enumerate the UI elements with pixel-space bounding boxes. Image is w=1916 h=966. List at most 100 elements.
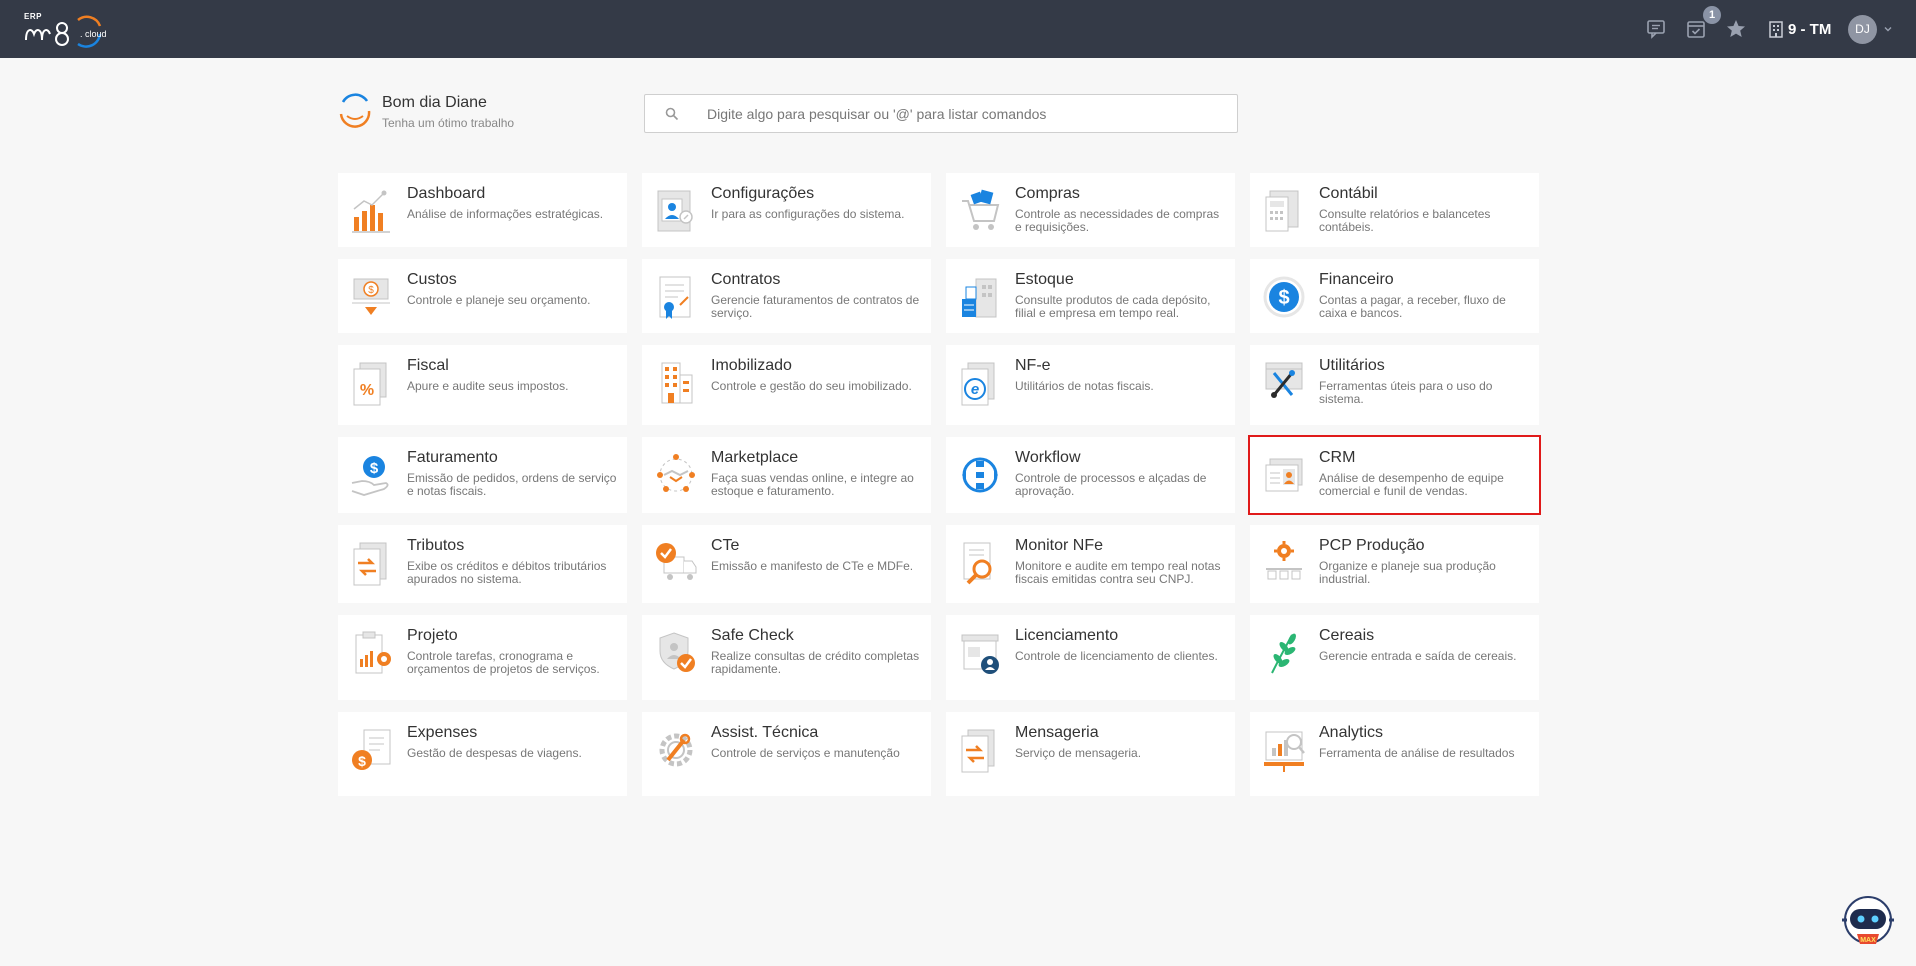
module-title: Utilitários <box>1319 357 1385 374</box>
module-description: Ferramentas úteis para o uso do sistema. <box>1319 379 1493 406</box>
shopping-cart-icon <box>962 189 1000 230</box>
module-title: Contábil <box>1319 185 1378 202</box>
module-card-workflow[interactable]: Workflow Controle de processos e alçadas … <box>946 437 1235 513</box>
module-card-pcp[interactable]: PCP Produção Organize e planeje sua produ… <box>1250 525 1539 603</box>
module-card-contabil[interactable]: Contábil Consulte relatórios e balancetes… <box>1250 173 1539 247</box>
module-card-crm[interactable]: CRM Análise de desempenho de equipe comer… <box>1248 435 1541 515</box>
module-title: CRM <box>1319 449 1356 466</box>
module-card-financeiro[interactable]: $ Financeiro Contas a pagar, a receber, fl… <box>1250 259 1539 333</box>
expense-dollar-icon: $ <box>352 729 391 770</box>
calculator-document-icon <box>1265 190 1299 232</box>
module-card-configuracoes[interactable]: Configurações Ir para as configurações do… <box>642 173 931 247</box>
module-card-expenses[interactable]: $ Expenses Gestão de despesas de viagens. <box>338 712 627 796</box>
crm-card-icon <box>1265 458 1303 492</box>
module-title: Compras <box>1015 185 1080 202</box>
document-search-icon <box>963 542 992 585</box>
svg-text:$: $ <box>1278 287 1289 309</box>
module-title: Faturamento <box>407 449 498 466</box>
bar-chart-icon <box>352 190 390 233</box>
search-box[interactable] <box>644 94 1238 133</box>
robot-assistant-icon[interactable]: MAX <box>1838 890 1898 952</box>
module-title: Projeto <box>407 627 458 644</box>
shield-check-icon <box>659 632 695 672</box>
m8-cloud-logo-icon: . cloud <box>25 15 107 48</box>
truck-check-icon <box>656 543 697 580</box>
module-card-monitor-nfe[interactable]: Monitor NFe Monitore e audite em tempo re… <box>946 525 1235 603</box>
search-input[interactable] <box>707 103 1227 125</box>
module-description: Análise de desempenho de equipe comercia… <box>1319 471 1504 498</box>
module-title: Assist. Técnica <box>711 724 819 741</box>
transfer-document-icon <box>353 542 387 586</box>
module-description: Análise de informações estratégicas. <box>407 207 604 221</box>
hand-dollar-icon: $ <box>351 456 389 496</box>
module-card-cte[interactable]: CTe Emissão e manifesto de CTe e MDFe. <box>642 525 931 603</box>
module-card-tributos[interactable]: Tributos Exibe os créditos e débitos trib… <box>338 525 627 603</box>
chevron-down-icon[interactable] <box>1883 24 1893 34</box>
module-title: Financeiro <box>1319 271 1394 288</box>
module-card-analytics[interactable]: Analytics Ferramenta de análise de result… <box>1250 712 1539 796</box>
module-card-estoque[interactable]: Estoque Consulte produtos de cada depósit… <box>946 259 1235 333</box>
module-description: Controle e gestão do seu imobilizado. <box>711 379 912 393</box>
module-card-imobilizado[interactable]: Imobilizado Controle e gestão do seu imob… <box>642 345 931 425</box>
module-card-cereais[interactable]: Cereais Gerencie entrada e saída de cerea… <box>1250 615 1539 700</box>
module-title: Tributos <box>407 537 465 554</box>
warehouse-icon <box>962 278 997 318</box>
svg-text:$: $ <box>370 460 379 477</box>
svg-text:$: $ <box>358 753 366 769</box>
workflow-cycle-icon <box>962 457 998 493</box>
module-description: Ir para as configurações do sistema. <box>711 207 905 221</box>
company-selector[interactable]: 9 - TM <box>1768 18 1831 40</box>
chat-icon[interactable] <box>1644 17 1668 41</box>
module-card-assist[interactable]: Assist. Técnica Controle de serviços e ma… <box>642 712 931 796</box>
module-description: Controle de serviços e manutenção <box>711 746 900 760</box>
module-title: Imobilizado <box>711 357 792 374</box>
module-title: Licenciamento <box>1015 627 1119 644</box>
module-description: Emissão e manifesto de CTe e MDFe. <box>711 559 914 573</box>
module-description: Ferramenta de análise de resultados <box>1319 746 1515 760</box>
module-title: PCP Produção <box>1319 537 1425 554</box>
module-card-dashboard[interactable]: Dashboard Análise de informações estratég… <box>338 173 627 247</box>
module-card-utilitarios[interactable]: Utilitários Ferramentas úteis para o uso … <box>1250 345 1539 425</box>
module-description: Faça suas vendas online, e integre ao es… <box>711 471 914 498</box>
module-title: Contratos <box>711 271 781 288</box>
handshake-network-icon <box>657 454 695 492</box>
svg-text:$: $ <box>368 285 374 296</box>
company-name: 9 - TM <box>1788 20 1832 38</box>
module-card-marketplace[interactable]: Marketplace Faça suas vendas online, e in… <box>642 437 931 513</box>
module-description: Apure e audite seus impostos. <box>407 379 569 393</box>
store-user-icon <box>961 634 999 674</box>
user-avatar[interactable]: DJ <box>1848 15 1877 44</box>
module-card-custos[interactable]: $ Custos Controle e planeje seu orçamento. <box>338 259 627 333</box>
assistant-label: MAX <box>1860 937 1876 944</box>
module-description: Consulte produtos de cada depósito, fili… <box>1015 293 1211 320</box>
production-gear-icon <box>1266 541 1302 580</box>
app-logo[interactable]: ERP . cloud <box>22 10 114 50</box>
module-title: Workflow <box>1015 449 1081 466</box>
module-card-compras[interactable]: Compras Controle as necessidades de compr… <box>946 173 1235 247</box>
module-description: Gerencie faturamentos de contratos de se… <box>711 293 920 320</box>
module-description: Controle tarefas, cronograma e orçamento… <box>407 649 600 676</box>
module-description: Monitore e audite em tempo real notas fi… <box>1015 559 1221 586</box>
svg-text:%: % <box>360 382 374 399</box>
svg-text:. cloud: . cloud <box>80 29 107 39</box>
module-title: CTe <box>711 537 740 554</box>
wrench-gear-icon <box>659 733 693 767</box>
module-card-safe-check[interactable]: Safe Check Realize consultas de crédito c… <box>642 615 931 700</box>
grain-icon <box>1271 633 1296 674</box>
message-transfer-icon <box>961 729 995 773</box>
module-card-projeto[interactable]: Projeto Controle tarefas, cronograma e or… <box>338 615 627 700</box>
module-description: Emissão de pedidos, ordens de serviço e … <box>407 471 617 498</box>
percent-document-icon: % <box>353 362 387 406</box>
module-card-faturamento[interactable]: $ Faturamento Emissão de pedidos, ordens d… <box>338 437 627 513</box>
search-icon <box>665 107 679 121</box>
module-card-contratos[interactable]: Contratos Gerencie faturamentos de contra… <box>642 259 931 333</box>
module-title: Custos <box>407 271 457 288</box>
module-card-mensageria[interactable]: Mensageria Serviço de mensageria. <box>946 712 1235 796</box>
module-title: Cereais <box>1319 627 1375 644</box>
top-bar: ERP . cloud 1 9 - TM DJ <box>0 0 1916 58</box>
greeting-title: Bom dia Diane <box>382 94 487 111</box>
module-card-licenciamento[interactable]: Licenciamento Controle de licenciamento d… <box>946 615 1235 700</box>
star-icon[interactable] <box>1724 17 1748 41</box>
module-card-nfe[interactable]: e NF-e Utilitários de notas fiscais. <box>946 345 1235 425</box>
module-card-fiscal[interactable]: % Fiscal Apure e audite seus impostos. <box>338 345 627 425</box>
